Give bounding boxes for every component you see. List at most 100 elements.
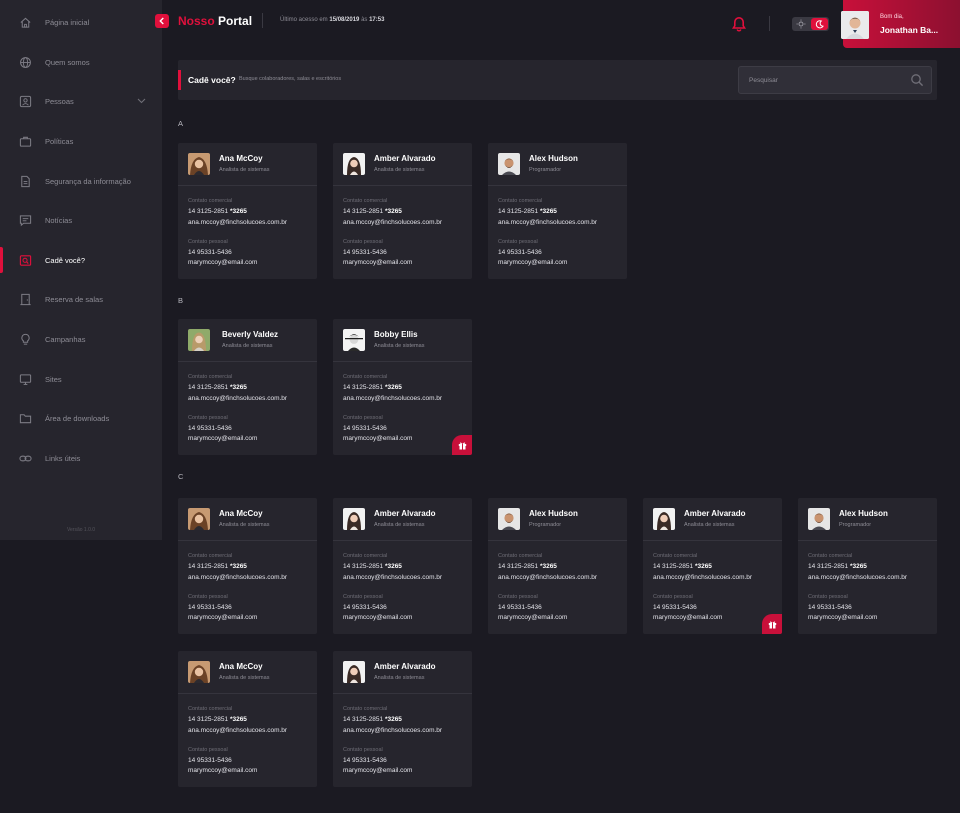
personal-email[interactable]: marymccoy@email.com (498, 614, 567, 621)
personal-email[interactable]: marymccoy@email.com (653, 614, 722, 621)
gift-icon[interactable] (452, 435, 472, 455)
search-icon[interactable] (910, 73, 924, 87)
contact-card[interactable]: Alex Hudson Programador Contato comercial 1… (798, 498, 937, 634)
work-phone: 14 3125-2851 *3265 (653, 563, 712, 570)
sidebar-item-room-booking[interactable]: Reserva de salas (0, 279, 162, 319)
briefcase-icon (18, 134, 32, 148)
phone-extension: *3265 (539, 563, 557, 570)
phone-number: 14 3125-2851 (343, 208, 384, 215)
sidebar-item-policies[interactable]: Políticas (0, 121, 162, 161)
moon-icon[interactable] (811, 18, 828, 30)
divider (643, 540, 782, 541)
contact-card[interactable]: Ana McCoy Analista de sistemas Contato com… (178, 498, 317, 634)
work-email[interactable]: ana.mccoy@finchsolucoes.com.br (188, 574, 287, 581)
contact-name: Ana McCoy (219, 662, 263, 671)
contact-card[interactable]: Ana McCoy Analista de sistemas Contato com… (178, 651, 317, 787)
contact-card[interactable]: Amber Alvarado Analista de sistemas Contat… (333, 651, 472, 787)
personal-email[interactable]: marymccoy@email.com (343, 614, 412, 621)
gift-icon[interactable] (762, 614, 782, 634)
personal-email[interactable]: marymccoy@email.com (188, 614, 257, 621)
sidebar-item-news[interactable]: Notícias (0, 200, 162, 240)
bell-icon[interactable] (731, 16, 747, 32)
sidebar-item-downloads[interactable]: Área de downloads (0, 398, 162, 438)
user-avatar[interactable] (841, 11, 869, 39)
contact-role: Analista de sistemas (374, 522, 425, 528)
work-email[interactable]: ana.mccoy@finchsolucoes.com.br (343, 219, 442, 226)
avatar (188, 661, 210, 683)
last-access-mid: às (361, 17, 368, 23)
contact-card[interactable]: Ana McCoy Analista de sistemas Contato com… (178, 143, 317, 279)
contact-card[interactable]: Amber Alvarado Analista de sistemas Contat… (333, 498, 472, 634)
work-email[interactable]: ana.mccoy@finchsolucoes.com.br (343, 395, 442, 402)
brand-logo[interactable]: Nosso Portal (178, 14, 252, 28)
contact-card[interactable]: Alex Hudson Programador Contato comercial 1… (488, 498, 627, 634)
personal-contact-label: Contato pessoal (343, 594, 383, 600)
sidebar-item-home[interactable]: Página inicial (0, 2, 162, 42)
phone-number: 14 3125-2851 (188, 716, 229, 723)
sidebar-item-about[interactable]: Quem somos (0, 42, 162, 82)
contact-card[interactable]: Bobby Ellis Analista de sistemas Contato c… (333, 319, 472, 455)
personal-email[interactable]: marymccoy@email.com (343, 259, 412, 266)
collapse-sidebar-button[interactable] (155, 14, 169, 28)
sidebar-item-find-you[interactable]: Cadê você? (0, 240, 162, 280)
sun-icon[interactable] (795, 19, 807, 29)
work-email[interactable]: ana.mccoy@finchsolucoes.com.br (808, 574, 907, 581)
contact-card[interactable]: Amber Alvarado Analista de sistemas Contat… (643, 498, 782, 634)
work-email[interactable]: ana.mccoy@finchsolucoes.com.br (498, 219, 597, 226)
personal-contact-label: Contato pessoal (808, 594, 848, 600)
work-email[interactable]: ana.mccoy@finchsolucoes.com.br (188, 219, 287, 226)
work-email[interactable]: ana.mccoy@finchsolucoes.com.br (188, 727, 287, 734)
work-email[interactable]: ana.mccoy@finchsolucoes.com.br (343, 574, 442, 581)
contact-card[interactable]: Amber Alvarado Analista de sistemas Contat… (333, 143, 472, 279)
contact-name: Amber Alvarado (374, 154, 436, 163)
personal-email[interactable]: marymccoy@email.com (188, 259, 257, 266)
phone-number: 14 3125-2851 (343, 384, 384, 391)
last-access-time: 17:53 (369, 17, 385, 23)
personal-email[interactable]: marymccoy@email.com (498, 259, 567, 266)
phone-extension: *3265 (384, 563, 402, 570)
personal-email[interactable]: marymccoy@email.com (188, 767, 257, 774)
personal-email[interactable]: marymccoy@email.com (808, 614, 877, 621)
contact-role: Analista de sistemas (374, 343, 425, 349)
contact-card[interactable]: Alex Hudson Programador Contato comercial 1… (488, 143, 627, 279)
sidebar-item-people[interactable]: Pessoas (0, 81, 162, 121)
avatar (343, 329, 365, 351)
work-phone: 14 3125-2851 *3265 (808, 563, 867, 570)
personal-email[interactable]: marymccoy@email.com (188, 435, 257, 442)
personal-phone: 14 95331-5436 (188, 757, 232, 764)
divider (178, 185, 317, 186)
avatar (343, 508, 365, 530)
page-title: Cadê você? (188, 75, 236, 85)
contact-role: Analista de sistemas (684, 522, 735, 528)
contact-name: Bobby Ellis (374, 330, 418, 339)
work-email[interactable]: ana.mccoy@finchsolucoes.com.br (498, 574, 597, 581)
sidebar-item-label: Quem somos (45, 57, 90, 67)
sidebar-item-campaigns[interactable]: Campanhas (0, 319, 162, 359)
personal-email[interactable]: marymccoy@email.com (343, 767, 412, 774)
divider (178, 540, 317, 541)
divider (178, 361, 317, 362)
avatar (808, 508, 830, 530)
contact-name: Ana McCoy (219, 154, 263, 163)
sidebar-item-security[interactable]: Segurança da informação (0, 161, 162, 201)
contact-name: Ana McCoy (219, 509, 263, 518)
contact-name: Amber Alvarado (374, 662, 436, 671)
search-input[interactable] (738, 66, 932, 94)
theme-toggle[interactable] (792, 17, 829, 31)
greeting: Bom dia, (880, 14, 904, 20)
sidebar-item-sites[interactable]: Sites (0, 359, 162, 399)
contact-card[interactable]: Beverly Valdez Analista de sistemas Contat… (178, 319, 317, 455)
chevron-down-icon[interactable] (137, 97, 146, 106)
phone-number: 14 3125-2851 (188, 384, 229, 391)
last-access-date: 15/08/2019 (329, 17, 360, 23)
personal-phone: 14 95331-5436 (343, 604, 387, 611)
avatar (188, 153, 210, 175)
work-email[interactable]: ana.mccoy@finchsolucoes.com.br (188, 395, 287, 402)
sidebar-item-label: Página inicial (45, 17, 90, 27)
work-email[interactable]: ana.mccoy@finchsolucoes.com.br (343, 727, 442, 734)
work-email[interactable]: ana.mccoy@finchsolucoes.com.br (653, 574, 752, 581)
section-letter: A (178, 119, 184, 128)
user-card-icon (18, 94, 32, 108)
sidebar-item-links[interactable]: Links úteis (0, 438, 162, 478)
personal-email[interactable]: marymccoy@email.com (343, 435, 412, 442)
